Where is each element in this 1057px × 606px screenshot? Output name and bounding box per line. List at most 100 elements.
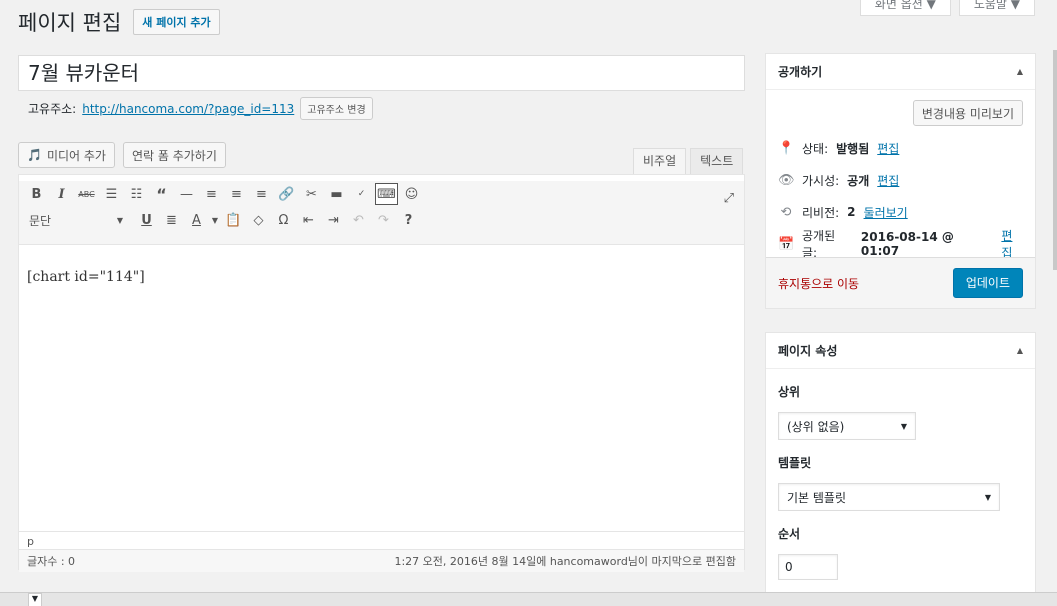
- page-attributes-title: 페이지 속성: [778, 344, 838, 358]
- format-select-value: 문단: [29, 213, 52, 228]
- add-contact-form-button[interactable]: 연락 폼 추가하기: [122, 142, 226, 168]
- visibility-value: 공개: [847, 173, 870, 188]
- format-select[interactable]: 문단 ▼: [25, 209, 129, 231]
- text-color-dropdown-icon[interactable]: ▼: [210, 209, 220, 231]
- bold-icon[interactable]: B: [25, 183, 48, 205]
- tab-visual[interactable]: 비주얼: [633, 148, 687, 175]
- last-edit-info: 1:27 오전, 2016년 8월 14일에 hancomaword님이 마지막…: [394, 555, 736, 568]
- update-button[interactable]: 업데이트: [952, 268, 1023, 298]
- help-icon[interactable]: ?: [397, 209, 420, 231]
- permalink-label: 고유주소:: [28, 102, 77, 116]
- text-color-icon[interactable]: A: [185, 209, 208, 231]
- editor-content[interactable]: [chart id="114"]: [19, 245, 744, 531]
- publish-misc: 📍 상태: 발행됨 편집 👁 가시성: 공개 편집 ⟲ 리비전: 2 둘러보기 …: [766, 132, 1035, 261]
- underline-icon[interactable]: U: [135, 209, 158, 231]
- screen-options-button[interactable]: 화면 옵션 ▼: [859, 0, 951, 16]
- justify-icon[interactable]: ≣: [160, 209, 183, 231]
- special-char-icon[interactable]: Ω: [272, 209, 295, 231]
- media-buttons: 🎵 미디어 추가 연락 폼 추가하기: [18, 142, 226, 168]
- eye-icon: 👁: [778, 172, 795, 188]
- status-edit-link[interactable]: 편집: [877, 140, 899, 157]
- clear-format-icon[interactable]: ◇: [247, 209, 270, 231]
- page-attributes-header[interactable]: 페이지 속성 ▲: [766, 333, 1035, 369]
- screen-options-tabs: 화면 옵션 ▼ 도움말 ▼: [859, 0, 1035, 16]
- template-select-value: 기본 템플릿: [787, 490, 847, 505]
- permalink-link[interactable]: http://hancoma.com/?page_id=113: [82, 102, 294, 116]
- collapse-icon[interactable]: ▲: [1017, 67, 1023, 76]
- status-label: 상태:: [802, 141, 829, 156]
- add-media-label: 미디어 추가: [46, 148, 106, 163]
- parent-label: 상위: [778, 385, 801, 399]
- align-center-icon[interactable]: ≡: [225, 183, 248, 205]
- parent-select[interactable]: (상위 없음) ▼: [778, 412, 916, 440]
- align-right-icon[interactable]: ≡: [250, 183, 273, 205]
- bullet-list-icon[interactable]: ☰: [100, 183, 123, 205]
- redo-icon[interactable]: ↷: [372, 209, 395, 231]
- publish-box-header[interactable]: 공개하기 ▲: [766, 54, 1035, 90]
- status-row: 📍 상태: 발행됨 편집: [778, 132, 1023, 164]
- move-to-trash-link[interactable]: 휴지통으로 이동: [778, 275, 859, 292]
- word-count: 글자수 : 0: [27, 555, 76, 568]
- blockquote-icon[interactable]: “: [150, 183, 173, 205]
- indent-icon[interactable]: ⇥: [322, 209, 345, 231]
- template-select[interactable]: 기본 템플릿 ▼: [778, 483, 1000, 511]
- post-status-info: 글자수 : 0 1:27 오전, 2016년 8월 14일에 hancomawo…: [19, 549, 744, 572]
- chevron-down-icon: ▼: [116, 215, 123, 225]
- preview-changes-button[interactable]: 변경내용 미리보기: [912, 100, 1023, 126]
- order-label: 순서: [778, 527, 801, 541]
- template-label: 템플릿: [778, 456, 812, 470]
- published-edit-link[interactable]: 편집: [1001, 227, 1023, 261]
- editor-toolbar: B I ABC ☰ ☷ “ — ≡ ≡ ≡ 🔗 ✂ ▬ ✓ ⌨ ☺ 문단 ▼ U…: [19, 181, 744, 245]
- visibility-label: 가시성:: [802, 173, 840, 188]
- chevron-down-icon: ▼: [984, 492, 991, 502]
- page-attributes-box: 페이지 속성 ▲ 상위 (상위 없음) ▼ 템플릿 기본 템플릿 ▼ 순서 0: [765, 332, 1036, 602]
- status-value: 발행됨: [836, 141, 870, 156]
- revisions-value: 2: [847, 205, 856, 219]
- calendar-icon: 📅: [778, 236, 795, 252]
- chevron-down-icon: ▼: [900, 421, 907, 431]
- add-media-button[interactable]: 🎵 미디어 추가: [18, 142, 115, 168]
- emoji-icon[interactable]: ☺: [400, 183, 423, 205]
- element-path[interactable]: p: [19, 532, 744, 549]
- paste-text-icon[interactable]: 📋: [222, 209, 245, 231]
- unlink-icon[interactable]: ✂: [300, 183, 323, 205]
- published-value: 2016-08-14 @ 01:07: [860, 230, 954, 258]
- revisions-label: 리비전:: [802, 205, 840, 220]
- italic-icon[interactable]: I: [50, 183, 73, 205]
- revisions-browse-link[interactable]: 둘러보기: [864, 204, 908, 221]
- publish-actions: 휴지통으로 이동 업데이트: [766, 257, 1035, 308]
- published-date-row: 📅 공개된 글: 2016-08-14 @ 01:07 편집: [778, 228, 1023, 260]
- spellcheck-icon[interactable]: ✓: [350, 183, 373, 205]
- post-title-input[interactable]: 7월 뷰카운터: [18, 55, 745, 91]
- published-label: 공개된 글:: [802, 229, 836, 260]
- edit-permalink-button[interactable]: 고유주소 변경: [300, 97, 373, 120]
- permalink-row: 고유주소: http://hancoma.com/?page_id=113 고유…: [28, 97, 373, 120]
- editor-tabs: 비주얼 텍스트: [633, 148, 744, 175]
- collapse-icon[interactable]: ▲: [1017, 346, 1023, 355]
- read-more-icon[interactable]: ▬: [325, 183, 348, 205]
- publish-box-title: 공개하기: [778, 65, 823, 79]
- order-input[interactable]: 0: [778, 554, 838, 580]
- page-title: 페이지 편집: [18, 11, 122, 35]
- tab-text[interactable]: 텍스트: [690, 148, 744, 175]
- editor-statusbar: p 글자수 : 0 1:27 오전, 2016년 8월 14일에 hancoma…: [19, 531, 744, 572]
- help-button[interactable]: 도움말 ▼: [958, 0, 1035, 16]
- publish-box: 공개하기 ▲ 변경내용 미리보기 📍 상태: 발행됨 편집 👁 가시성: 공개 …: [765, 53, 1036, 309]
- visibility-edit-link[interactable]: 편집: [877, 172, 899, 189]
- content-editor: B I ABC ☰ ☷ “ — ≡ ≡ ≡ 🔗 ✂ ▬ ✓ ⌨ ☺ 문단 ▼ U…: [18, 174, 745, 572]
- scrollbar[interactable]: [1053, 50, 1057, 270]
- toolbar-toggle-icon[interactable]: ⌨: [375, 183, 398, 205]
- strikethrough-icon[interactable]: ABC: [75, 183, 98, 205]
- history-icon: ⟲: [780, 204, 792, 220]
- horizontal-line-icon[interactable]: —: [175, 183, 198, 205]
- chevron-down-icon[interactable]: ▼: [28, 593, 42, 606]
- outdent-icon[interactable]: ⇤: [297, 209, 320, 231]
- fullscreen-icon[interactable]: ⤢: [724, 191, 734, 206]
- link-icon[interactable]: 🔗: [275, 183, 298, 205]
- parent-select-value: (상위 없음): [787, 419, 845, 434]
- add-new-page-button[interactable]: 새 페이지 추가: [133, 9, 220, 35]
- undo-icon[interactable]: ↶: [347, 209, 370, 231]
- numbered-list-icon[interactable]: ☷: [125, 183, 148, 205]
- revisions-row: ⟲ 리비전: 2 둘러보기: [778, 196, 1023, 228]
- align-left-icon[interactable]: ≡: [200, 183, 223, 205]
